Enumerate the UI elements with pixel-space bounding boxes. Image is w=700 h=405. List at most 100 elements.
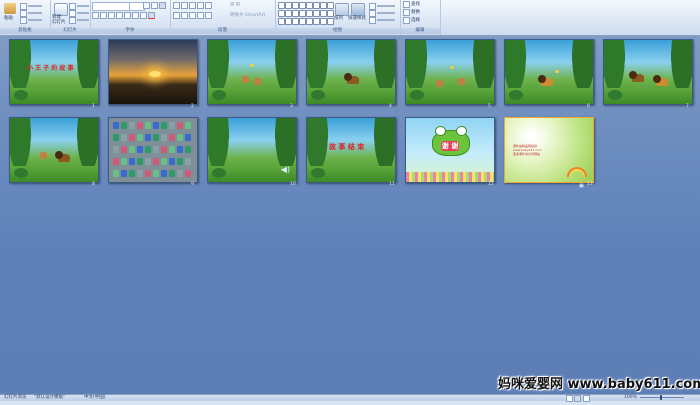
format-painter-button[interactable] [20,16,42,24]
grid-cell [185,122,191,129]
paste-icon[interactable] [4,3,16,14]
drawing-group: 排列 快速样式 绘图 [275,0,401,35]
slide-thumbnail-9[interactable] [108,117,198,183]
deer-icon [436,80,443,87]
smartart-button[interactable]: 转换为 SmartArt [230,12,265,18]
slide-number-3: 3 [290,104,293,109]
font-size-buttons[interactable] [143,1,166,9]
slide-thumbnail-11[interactable]: 故 事 结 束 [306,117,396,183]
slide-number-1: 1 [92,104,95,109]
transition-icon: ▣ [579,183,584,189]
grid-cell [153,122,159,129]
strikethrough-icon[interactable] [116,11,123,19]
shapes-gallery[interactable] [278,2,334,25]
shape-effects-button[interactable] [369,16,395,24]
case-icon[interactable] [140,11,147,19]
bullets-icon[interactable] [173,1,180,9]
quick-styles-button[interactable]: 快速样式 [348,15,366,21]
grid-cell [145,122,151,129]
replace-button[interactable]: 替换 [403,8,420,16]
slide-thumbnail-10[interactable]: ◀) [207,117,297,183]
slide-number-9: 9 [191,182,194,187]
font-style-buttons [92,11,155,19]
cut-button[interactable] [20,2,42,10]
layout-button[interactable] [69,2,89,10]
increase-indent-icon[interactable] [197,1,204,9]
italic-icon[interactable] [100,11,107,19]
decrease-indent-icon[interactable] [189,1,196,9]
brush-icon [20,16,27,24]
columns-icon[interactable] [205,11,212,19]
align-center-icon[interactable] [181,11,188,19]
grid-cell [113,170,119,177]
delete-slide-button[interactable] [69,16,89,24]
reset-button[interactable] [69,9,89,17]
shadow-icon[interactable] [124,11,131,19]
slide-13-line-3: 更多课件请访问网站 [513,152,541,156]
view-buttons [566,395,590,405]
grid-cell [121,158,127,165]
lion-icon [55,151,70,162]
line-spacing-icon[interactable] [205,1,212,9]
arrange-button[interactable]: 排列 [334,15,343,21]
slide-thumbnail-1[interactable]: 小 王 子 的 故 事 [9,39,99,105]
shape-fill-button[interactable] [369,2,395,10]
numbering-icon[interactable] [181,1,188,9]
bold-icon[interactable] [92,11,99,19]
theme-label[interactable]: "默认设计模板" [34,395,65,401]
view-label: 幻灯片浏览 [4,395,27,400]
grid-cell [153,158,159,165]
slide-thumbnail-8[interactable] [9,117,99,183]
zoom-slider-thumb[interactable] [660,395,662,400]
grid-cell [177,170,183,177]
font-family-select[interactable] [92,2,130,11]
grid-cell [177,158,183,165]
grid-cell [137,146,143,153]
font-color-icon[interactable] [148,11,155,19]
cursor-icon [403,16,410,24]
paste-button[interactable]: 粘贴 [4,15,13,21]
slide-1-title: 小 王 子 的 故 事 [27,65,74,72]
zoom-slider[interactable] [640,397,684,398]
slide-thumbnail-13[interactable]: 课件由精品网提供 www.baby611.com 更多课件请访问网站 [504,117,594,183]
slide-thumbnail-7[interactable] [603,39,693,105]
grid-cell [137,170,143,177]
justify-icon[interactable] [197,11,204,19]
find-button[interactable]: 查找 [403,0,420,8]
text-direction-button[interactable]: ▤ ▤ [230,2,240,7]
lion-icon [344,73,359,84]
grid-cell [169,122,175,129]
paragraph-group-label: 段落 [170,28,275,34]
grid-cell [129,158,135,165]
shape-outline-button[interactable] [369,9,395,17]
grow-font-icon[interactable] [143,1,150,9]
language-label[interactable]: 中文(中国) [84,395,106,401]
deer-icon [254,78,261,85]
slide-12-title: 谢 谢 [441,141,459,151]
grid-cell [177,122,183,129]
slide-thumbnail-4[interactable] [306,39,396,105]
slide-number-2: 2 [191,104,194,109]
align-left-icon[interactable] [173,11,180,19]
new-slide-button[interactable]: 新建 幻灯片 [52,15,66,25]
shrink-font-icon[interactable] [151,1,158,9]
align-buttons [173,11,212,19]
select-button[interactable]: 选择 [403,16,420,24]
slide-thumbnail-5[interactable] [405,39,495,105]
reset-icon [69,9,76,17]
grid-cell [121,170,127,177]
slide-thumbnail-2[interactable] [108,39,198,105]
speaker-icon[interactable]: ◀) [281,165,290,174]
grid-cell [185,170,191,177]
copy-button[interactable] [20,9,42,17]
slide-number-12: 12 [488,182,494,187]
clear-format-icon[interactable] [159,1,166,9]
slide-thumbnail-6[interactable] [504,39,594,105]
spacing-icon[interactable] [132,11,139,19]
underline-icon[interactable] [108,11,115,19]
lion-cub-icon [538,75,553,86]
align-right-icon[interactable] [189,11,196,19]
slide-number-11: 11 [389,182,395,187]
slide-thumbnail-12[interactable]: 谢 谢 [405,117,495,183]
slide-thumbnail-3[interactable] [207,39,297,105]
